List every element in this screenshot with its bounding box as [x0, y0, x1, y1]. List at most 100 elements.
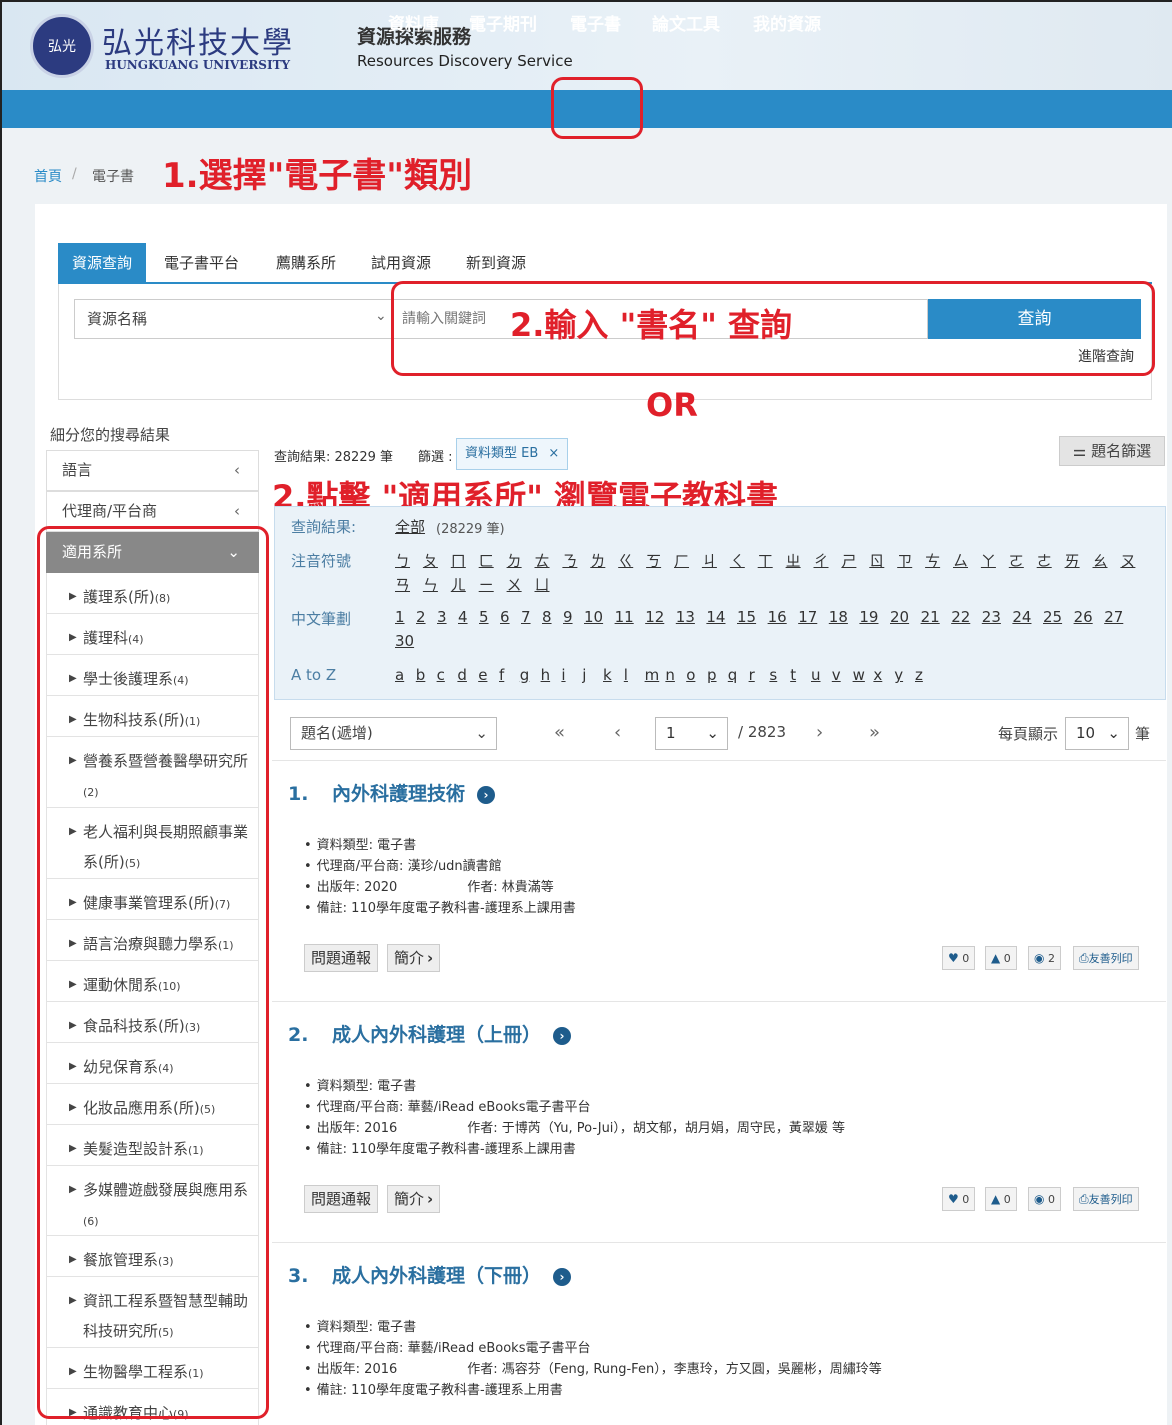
per-page-select[interactable]: 10 ⌄ — [1065, 717, 1129, 750]
az-link[interactable]: i — [561, 666, 565, 684]
zhuyin-link[interactable]: ㄅ — [395, 550, 410, 571]
result-title-text[interactable]: 成人內外科護理（上冊） — [332, 1024, 541, 1046]
circle-chevron-right-icon[interactable]: › — [553, 1026, 572, 1045]
az-link[interactable]: a — [395, 666, 404, 684]
circle-chevron-right-icon[interactable]: › — [477, 785, 496, 804]
strokes-link[interactable]: 24 — [1012, 608, 1031, 626]
strokes-link[interactable]: 3 — [437, 608, 447, 626]
strokes-link[interactable]: 21 — [921, 608, 940, 626]
zhuyin-link[interactable]: ㄈ — [479, 550, 494, 571]
az-link[interactable]: x — [873, 666, 882, 684]
nav-thesis-tools[interactable]: 論文工具 — [652, 10, 720, 35]
az-link[interactable]: u — [811, 666, 821, 684]
tab-resource-search[interactable]: 資源查詢 — [58, 243, 146, 283]
strokes-link[interactable]: 5 — [479, 608, 489, 626]
intro-button[interactable]: 簡介 › — [387, 1185, 441, 1213]
az-link[interactable]: q — [728, 666, 738, 684]
report-problem-button[interactable]: 問題通報 — [304, 944, 379, 972]
result-title[interactable]: 2. 成人內外科護理（上冊） › — [288, 1020, 572, 1047]
strokes-link[interactable]: 2 — [416, 608, 426, 626]
zhuyin-link[interactable]: ㄦ — [451, 574, 466, 595]
az-link[interactable]: y — [894, 666, 903, 684]
strokes-link[interactable]: 18 — [829, 608, 848, 626]
strokes-link[interactable]: 12 — [645, 608, 664, 626]
strokes-link[interactable]: 23 — [982, 608, 1001, 626]
zhuyin-link[interactable]: ㄛ — [1009, 550, 1024, 571]
search-field-select[interactable]: 資源名稱 — [74, 299, 394, 339]
strokes-link[interactable]: 9 — [563, 608, 573, 626]
strokes-link[interactable]: 11 — [615, 608, 634, 626]
strokes-link[interactable]: 8 — [542, 608, 552, 626]
az-link[interactable]: p — [707, 666, 717, 684]
az-link[interactable]: r — [749, 666, 755, 684]
strokes-link[interactable]: 20 — [890, 608, 909, 626]
az-link[interactable]: s — [769, 666, 777, 684]
nav-my-resources[interactable]: 我的資源 — [753, 10, 821, 35]
strokes-link[interactable]: 15 — [737, 608, 756, 626]
next-page-button[interactable]: › — [816, 722, 823, 743]
zhuyin-link[interactable]: ㄆ — [423, 550, 438, 571]
strokes-link[interactable]: 27 — [1104, 608, 1123, 626]
zhuyin-link[interactable]: ㄘ — [925, 550, 940, 571]
report-problem-button[interactable]: 問題通報 — [304, 1185, 379, 1213]
first-page-button[interactable]: « — [554, 722, 565, 743]
circle-chevron-right-icon[interactable]: › — [553, 1267, 572, 1286]
strokes-link[interactable]: 22 — [951, 608, 970, 626]
az-link[interactable]: f — [499, 666, 504, 684]
zhuyin-link[interactable]: ㄐ — [702, 550, 717, 571]
result-title[interactable]: 3. 成人內外科護理（下冊） › — [288, 1261, 572, 1288]
zhuyin-link[interactable]: ㄇ — [451, 550, 466, 571]
strokes-link[interactable]: 26 — [1074, 608, 1093, 626]
az-link[interactable]: z — [915, 666, 923, 684]
zhuyin-link[interactable]: ㄗ — [897, 550, 912, 571]
nav-ebooks[interactable]: 電子書 — [570, 10, 621, 35]
nav-ejournals[interactable]: 電子期刊 — [469, 10, 537, 35]
tab-recommend-dept[interactable]: 薦購系所 — [266, 243, 346, 283]
az-link[interactable]: n — [665, 666, 675, 684]
filter-tag[interactable]: 資料類型 EB × — [456, 438, 569, 470]
strokes-link[interactable]: 7 — [521, 608, 531, 626]
az-link[interactable]: m — [645, 666, 660, 684]
strokes-link[interactable]: 13 — [676, 608, 695, 626]
tab-ebook-platforms[interactable]: 電子書平台 — [154, 243, 249, 283]
az-link[interactable]: c — [437, 666, 445, 684]
zhuyin-link[interactable]: ㄍ — [618, 550, 633, 571]
strokes-link[interactable]: 14 — [706, 608, 725, 626]
facet-language[interactable]: 語言 ‹ — [46, 450, 259, 491]
print-button[interactable]: ⎙友善列印 — [1073, 1187, 1139, 1211]
print-button[interactable]: ⎙友善列印 — [1073, 946, 1139, 970]
thumbs-up-button[interactable]: ▲ 0 — [985, 1187, 1017, 1211]
result-title[interactable]: 1. 內外科護理技術 › — [288, 779, 496, 806]
zhuyin-link[interactable]: ㄜ — [1037, 550, 1052, 571]
zhuyin-link[interactable]: ㄖ — [869, 550, 884, 571]
zhuyin-link[interactable]: ㄙ — [953, 550, 968, 571]
university-seal-logo[interactable]: 弘光 — [30, 14, 94, 78]
thumbs-up-button[interactable]: ▲ 0 — [985, 946, 1017, 970]
strokes-link[interactable]: 6 — [500, 608, 510, 626]
strokes-link[interactable]: 4 — [458, 608, 468, 626]
zhuyin-link[interactable]: ㄚ — [981, 550, 996, 571]
nav-databases[interactable]: 資料庫 — [388, 10, 439, 35]
zhuyin-link[interactable]: ㄊ — [535, 550, 550, 571]
last-page-button[interactable]: » — [869, 722, 880, 743]
like-button[interactable]: ♥ 0 — [942, 946, 976, 970]
university-name-zh[interactable]: 弘光科技大學 — [102, 18, 294, 62]
az-link[interactable]: g — [520, 666, 530, 684]
prev-page-button[interactable]: ‹ — [614, 722, 621, 743]
zhuyin-link[interactable]: ㄏ — [674, 550, 689, 571]
result-title-text[interactable]: 成人內外科護理（下冊） — [332, 1265, 541, 1287]
sort-select[interactable]: 題名(遞增) ⌄ — [290, 717, 497, 750]
zhuyin-link[interactable]: ㄕ — [841, 550, 856, 571]
tab-trial-resources[interactable]: 試用資源 — [361, 243, 441, 283]
result-title-text[interactable]: 內外科護理技術 — [332, 783, 465, 805]
az-link[interactable]: k — [603, 666, 612, 684]
strokes-link[interactable]: 16 — [768, 608, 787, 626]
page-select[interactable]: 1 ⌄ — [655, 717, 728, 750]
zhuyin-link[interactable]: ㄧ — [479, 574, 494, 595]
strokes-link[interactable]: 30 — [395, 632, 414, 650]
zhuyin-link[interactable]: ㄓ — [786, 550, 801, 571]
strokes-link[interactable]: 19 — [859, 608, 878, 626]
zhuyin-link[interactable]: ㄡ — [1120, 550, 1135, 571]
az-link[interactable]: e — [478, 666, 487, 684]
intro-button[interactable]: 簡介 › — [387, 944, 441, 972]
